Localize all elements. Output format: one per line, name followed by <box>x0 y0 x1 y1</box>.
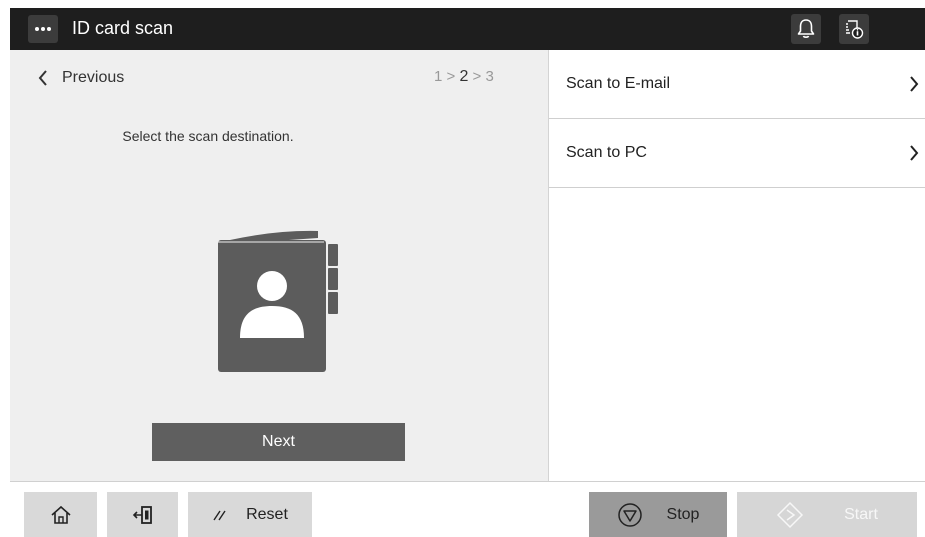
destination-scan-to-pc[interactable]: Scan to PC <box>549 119 925 188</box>
previous-button[interactable]: Previous <box>38 66 124 90</box>
reset-icon <box>213 510 226 520</box>
stop-button[interactable]: Stop <box>589 492 727 537</box>
stop-label: Stop <box>666 505 700 523</box>
guide-panel: Previous 1 > 2 > 3 Select the scan desti… <box>10 50 548 481</box>
job-status-icon <box>846 20 864 39</box>
previous-label: Previous <box>62 69 125 86</box>
bell-icon <box>797 19 815 38</box>
address-book-icon <box>218 230 338 372</box>
instruction-text: Select the scan destination. <box>122 128 294 144</box>
bottom-bar: Reset Stop Start <box>10 481 925 537</box>
ellipsis-icon <box>35 27 51 31</box>
destination-scan-to-email[interactable]: Scan to E-mail <box>549 50 925 119</box>
step-first: 1 > <box>434 68 460 85</box>
logout-button[interactable] <box>107 492 178 537</box>
chevron-right-icon <box>910 145 919 161</box>
home-button[interactable] <box>24 492 97 537</box>
start-button[interactable]: Start <box>737 492 917 537</box>
app-window: ID card scan Previous 1 > 2 > 3 Select t… <box>0 0 925 537</box>
step-indicator: 1 > 2 > 3 <box>434 68 494 86</box>
menu-button[interactable] <box>28 15 58 43</box>
reset-button[interactable]: Reset <box>188 492 312 537</box>
destination-label: Scan to PC <box>566 144 647 161</box>
stop-icon <box>617 502 642 527</box>
destination-label: Scan to E-mail <box>566 75 671 92</box>
job-status-button[interactable] <box>839 14 869 44</box>
notification-button[interactable] <box>791 14 821 44</box>
title-bar: ID card scan <box>10 8 925 50</box>
reset-label: Reset <box>246 505 288 523</box>
next-button[interactable]: Next <box>152 423 405 461</box>
chevron-right-icon <box>910 76 919 92</box>
step-current: 2 <box>459 68 469 85</box>
logout-icon <box>132 505 152 524</box>
chevron-left-icon <box>38 70 47 86</box>
page-title: ID card scan <box>72 18 174 38</box>
home-icon <box>50 505 71 524</box>
start-icon <box>777 501 804 528</box>
destination-list: Scan to E-mail Scan to PC <box>549 50 925 188</box>
start-label: Start <box>844 505 878 523</box>
step-last: > 3 <box>468 68 494 85</box>
